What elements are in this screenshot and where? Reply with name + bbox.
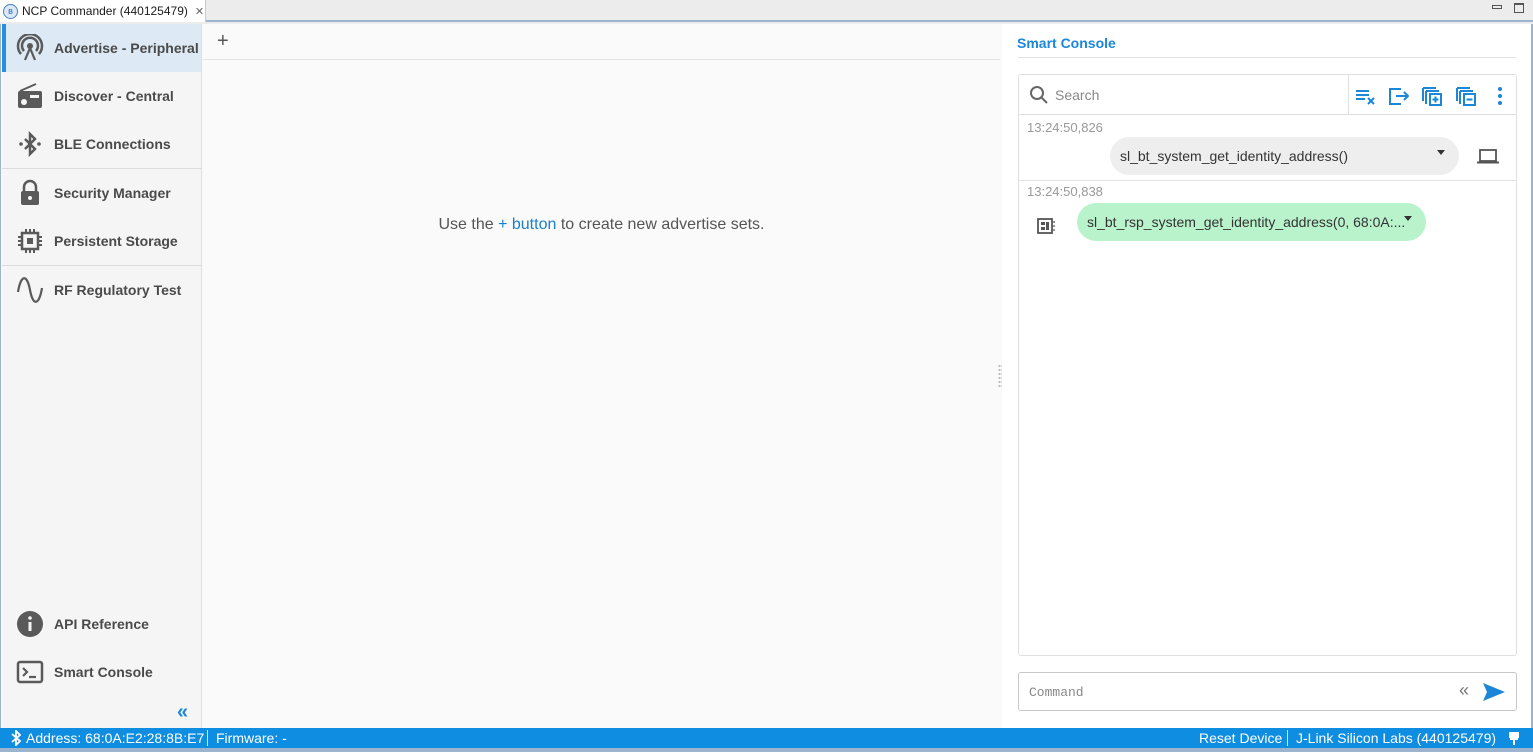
sidebar-item-ble-connections[interactable]: BLE Connections bbox=[2, 120, 201, 168]
adapter-label: J-Link Silicon Labs (440125479) bbox=[1296, 730, 1497, 746]
send-icon[interactable] bbox=[1482, 682, 1506, 702]
tab-ncp-commander[interactable]: ʙ NCP Commander (440125479) ✕ bbox=[0, 0, 206, 22]
sidebar-item-discover-central[interactable]: Discover - Central bbox=[2, 72, 201, 120]
sidebar-item-label: Smart Console bbox=[54, 664, 153, 680]
tab-title: NCP Commander (440125479) bbox=[22, 4, 188, 18]
sidebar-item-persistent-storage[interactable]: Persistent Storage bbox=[2, 217, 201, 265]
search-icon bbox=[1030, 86, 1048, 104]
empty-suffix: to create new advertise sets. bbox=[560, 216, 765, 233]
maximize-icon[interactable] bbox=[1514, 3, 1524, 13]
advertise-toolbar: + bbox=[203, 24, 1000, 60]
add-advertise-set-button[interactable]: + bbox=[217, 30, 229, 53]
sidebar-item-label: API Reference bbox=[54, 616, 149, 632]
bluetooth-icon bbox=[11, 730, 22, 746]
minimize-icon[interactable] bbox=[1492, 5, 1502, 9]
command-text: sl_bt_system_get_identity_address() bbox=[1120, 148, 1349, 164]
empty-prefix: Use the bbox=[438, 216, 494, 233]
expand-all-icon[interactable] bbox=[1421, 85, 1443, 107]
info-icon bbox=[15, 609, 45, 639]
chevron-down-icon bbox=[1404, 216, 1412, 221]
command-history-button[interactable]: « bbox=[1459, 680, 1469, 701]
sidebar-item-advertise-peripheral[interactable]: Advertise - Peripheral bbox=[2, 24, 201, 72]
connected-plug-icon bbox=[1509, 732, 1519, 745]
advertise-main-panel: + Use the + button to create new adverti… bbox=[203, 24, 1000, 728]
log-entry-command: 13:24:50,826 sl_bt_system_get_identity_a… bbox=[1019, 116, 1516, 181]
command-input[interactable] bbox=[1029, 682, 1449, 702]
sidebar-item-smart-console[interactable]: Smart Console bbox=[2, 648, 201, 696]
lock-icon bbox=[15, 178, 45, 208]
sine-wave-icon bbox=[15, 275, 45, 305]
chevron-down-icon bbox=[1437, 150, 1445, 155]
device-chip-icon bbox=[1037, 218, 1055, 234]
response-bubble[interactable]: sl_bt_rsp_system_get_identity_address(0,… bbox=[1077, 203, 1426, 241]
sidebar-item-label: Discover - Central bbox=[54, 88, 174, 104]
address-status: Address: 68:0A:E2:28:8B:E7 bbox=[10, 729, 204, 747]
close-tab-icon[interactable]: ✕ bbox=[195, 5, 204, 18]
empty-state-message: Use the + button to create new advertise… bbox=[203, 216, 1000, 234]
reset-device-button[interactable]: Reset Device bbox=[1199, 729, 1282, 747]
firmware-status: Firmware: - bbox=[216, 729, 287, 747]
sidebar-item-label: RF Regulatory Test bbox=[54, 282, 182, 298]
app-body: Advertise - Peripheral Discover - Centra… bbox=[0, 24, 1533, 728]
chip-icon bbox=[15, 226, 45, 256]
collapse-sidebar-button[interactable]: « bbox=[177, 702, 188, 722]
device-address: Address: 68:0A:E2:28:8B:E7 bbox=[26, 730, 205, 746]
antenna-icon bbox=[15, 33, 45, 63]
more-vert-icon[interactable] bbox=[1489, 85, 1511, 107]
status-bar: Address: 68:0A:E2:28:8B:E7 Firmware: - R… bbox=[0, 728, 1533, 748]
sidebar-item-security-manager[interactable]: Security Manager bbox=[2, 169, 201, 217]
radio-icon bbox=[15, 81, 45, 111]
status-divider bbox=[207, 730, 208, 746]
sidebar: Advertise - Peripheral Discover - Centra… bbox=[2, 24, 202, 728]
console-title: Smart Console bbox=[1017, 35, 1116, 51]
toolbar-divider bbox=[1348, 75, 1349, 115]
ncp-commander-window: ʙ NCP Commander (440125479) ✕ Advertise … bbox=[0, 0, 1533, 752]
console-search-bar bbox=[1019, 75, 1516, 115]
sidebar-item-label: Advertise - Peripheral bbox=[54, 40, 199, 56]
collapse-all-icon[interactable] bbox=[1455, 85, 1477, 107]
sidebar-item-label: BLE Connections bbox=[54, 136, 171, 152]
console-divider bbox=[1018, 57, 1516, 58]
command-bubble[interactable]: sl_bt_system_get_identity_address() bbox=[1110, 137, 1459, 175]
response-text: sl_bt_rsp_system_get_identity_address(0,… bbox=[1087, 214, 1406, 230]
log-timestamp: 13:24:50,838 bbox=[1027, 184, 1103, 199]
clear-log-icon[interactable] bbox=[1354, 85, 1376, 107]
sidebar-item-api-reference[interactable]: API Reference bbox=[2, 600, 201, 648]
reset-device-label: Reset Device bbox=[1199, 730, 1283, 746]
window-bottom-border bbox=[0, 748, 1533, 752]
sidebar-item-label: Persistent Storage bbox=[54, 233, 178, 249]
console-log-panel: 13:24:50,826 sl_bt_system_get_identity_a… bbox=[1018, 74, 1517, 656]
adapter-status[interactable]: J-Link Silicon Labs (440125479) bbox=[1296, 729, 1496, 747]
search-input[interactable] bbox=[1055, 85, 1335, 105]
terminal-icon bbox=[15, 657, 45, 687]
log-entry-response: 13:24:50,838 sl_bt_rsp_system_get_identi… bbox=[1019, 181, 1516, 245]
command-input-box: « bbox=[1018, 672, 1517, 711]
laptop-icon bbox=[1477, 149, 1499, 164]
smart-console-panel: Smart Console Search 13:24:50,826 sl_bt_… bbox=[1002, 24, 1531, 728]
status-divider bbox=[1287, 730, 1288, 746]
sidebar-item-rf-regulatory-test[interactable]: RF Regulatory Test bbox=[2, 266, 201, 314]
log-timestamp: 13:24:50,826 bbox=[1027, 120, 1103, 135]
add-button-link[interactable]: + button bbox=[498, 216, 556, 233]
bluetooth-app-icon: ʙ bbox=[3, 3, 18, 19]
sidebar-item-label: Security Manager bbox=[54, 185, 171, 201]
firmware-version: Firmware: - bbox=[216, 730, 287, 746]
bluetooth-icon bbox=[15, 129, 45, 159]
editor-tab-bar: ʙ NCP Commander (440125479) ✕ bbox=[0, 0, 1533, 22]
export-icon[interactable] bbox=[1387, 85, 1410, 107]
